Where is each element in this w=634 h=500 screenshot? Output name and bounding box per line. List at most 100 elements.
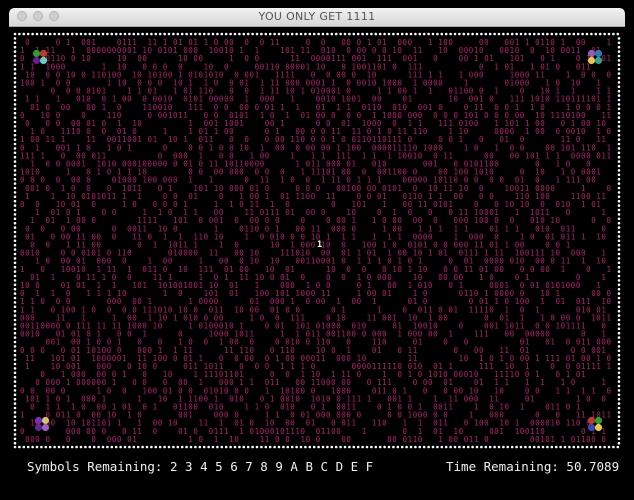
grid-glyph: 1	[275, 354, 280, 363]
border-dot	[462, 32, 466, 36]
border-dot	[273, 445, 276, 449]
grid-glyph: 1	[428, 192, 433, 201]
grid-glyph: 1	[403, 127, 408, 136]
grid-glyph: 1	[199, 354, 204, 363]
grid-glyph: 1	[40, 151, 45, 160]
grid-glyph: 1	[265, 192, 270, 201]
border-dot	[13, 331, 17, 335]
border-dot	[13, 340, 17, 344]
border-dot	[251, 445, 254, 449]
grid-glyph: 1	[51, 273, 56, 282]
grid-glyph: 0	[224, 62, 229, 71]
grid-glyph: 0	[423, 265, 428, 274]
grid-glyph: 1	[219, 216, 224, 225]
border-dot	[617, 173, 621, 177]
grid-glyph: 0	[127, 330, 132, 339]
grid-glyph: 0	[163, 354, 168, 363]
grid-glyph: 1	[295, 160, 300, 169]
grid-glyph: 1	[306, 257, 311, 266]
grid-glyph: 1	[331, 135, 336, 144]
grid-glyph: 1	[556, 386, 561, 395]
grid-glyph: 1	[86, 346, 91, 355]
border-dot	[13, 67, 17, 71]
grid-glyph: 0	[270, 273, 275, 282]
grid-glyph: 1	[163, 289, 168, 298]
grid-glyph: 1	[596, 168, 601, 177]
border-dot	[493, 445, 496, 449]
grid-glyph: 0	[91, 435, 96, 444]
border-dot	[70, 445, 74, 449]
grid-glyph: 0	[25, 281, 30, 290]
grid-glyph: 1	[295, 289, 300, 298]
grid-glyph: 1	[413, 151, 418, 160]
border-dot	[260, 32, 263, 36]
border-dot	[559, 445, 562, 449]
grid-glyph: 1	[469, 305, 474, 314]
border-dot	[13, 235, 17, 238]
grid-glyph: 1	[229, 54, 234, 63]
grid-glyph: 1	[204, 419, 209, 428]
border-dot	[617, 283, 621, 287]
grid-glyph: 1	[515, 257, 520, 266]
border-dot	[123, 32, 127, 36]
border-dot	[617, 331, 621, 335]
border-dot	[13, 217, 17, 221]
grid-glyph: 1	[357, 257, 362, 266]
grid-glyph: 1	[107, 265, 112, 274]
border-dot	[84, 32, 87, 36]
grid-glyph: 1	[571, 232, 576, 241]
grid-glyph: 1	[336, 330, 341, 339]
grid-glyph: 0	[454, 95, 459, 104]
border-dot	[343, 445, 347, 449]
grid-glyph: 0	[46, 435, 51, 444]
grid-glyph: 1	[250, 378, 255, 387]
grid-glyph: 1	[515, 192, 520, 201]
border-dot	[123, 445, 127, 449]
grid-glyph: 0	[76, 176, 81, 185]
grid-glyph: 1	[479, 241, 484, 250]
grid-glyph: 1	[556, 176, 561, 185]
border-dot	[617, 358, 621, 361]
grid-glyph: 0	[122, 386, 127, 395]
border-dot	[167, 32, 171, 36]
grid-glyph: 1	[97, 192, 102, 201]
grid-glyph: 1	[433, 160, 438, 169]
game-field[interactable]: 0010010111111010110000011000001010001100…	[11, 28, 623, 452]
grid-glyph: 0	[459, 192, 464, 201]
border-dot	[224, 445, 228, 449]
grid-glyph: 0	[117, 435, 122, 444]
border-dot	[617, 279, 621, 282]
grid-glyph: 1	[290, 208, 295, 217]
border-dot	[617, 120, 621, 124]
border-dot	[229, 445, 232, 449]
grid-glyph: 0	[443, 313, 448, 322]
border-dot	[617, 419, 621, 423]
game-window: YOU ONLY GET 1111 0010010111111010110000…	[9, 8, 625, 494]
border-dot	[405, 445, 408, 449]
grid-glyph: 1	[346, 208, 351, 217]
border-dot	[515, 445, 518, 449]
grid-glyph: 1	[219, 386, 224, 395]
grid-glyph: 0	[91, 200, 96, 209]
grid-glyph: 0	[306, 435, 311, 444]
border-dot	[75, 445, 78, 449]
border-dot	[585, 445, 589, 449]
grid-glyph: 1	[520, 403, 525, 412]
grid-glyph: 0	[545, 265, 550, 274]
grid-glyph: 0	[35, 378, 40, 387]
grid-glyph: 1	[438, 46, 443, 55]
grid-glyph: 1	[137, 362, 142, 371]
grid-glyph: 1	[280, 249, 285, 258]
grid-glyph: 1	[316, 378, 321, 387]
border-dot	[13, 358, 17, 361]
grid-glyph: 1	[86, 273, 91, 282]
grid-glyph: 0	[494, 160, 499, 169]
grid-glyph: 1	[239, 378, 244, 387]
grid-glyph: 1	[540, 38, 545, 47]
grid-glyph: 1	[382, 386, 387, 395]
grid-glyph: 0	[397, 370, 402, 379]
grid-glyph: 1	[280, 330, 285, 339]
grid-glyph: 1	[556, 160, 561, 169]
grid-glyph: 1	[35, 103, 40, 112]
grid-glyph: 1	[81, 281, 86, 290]
